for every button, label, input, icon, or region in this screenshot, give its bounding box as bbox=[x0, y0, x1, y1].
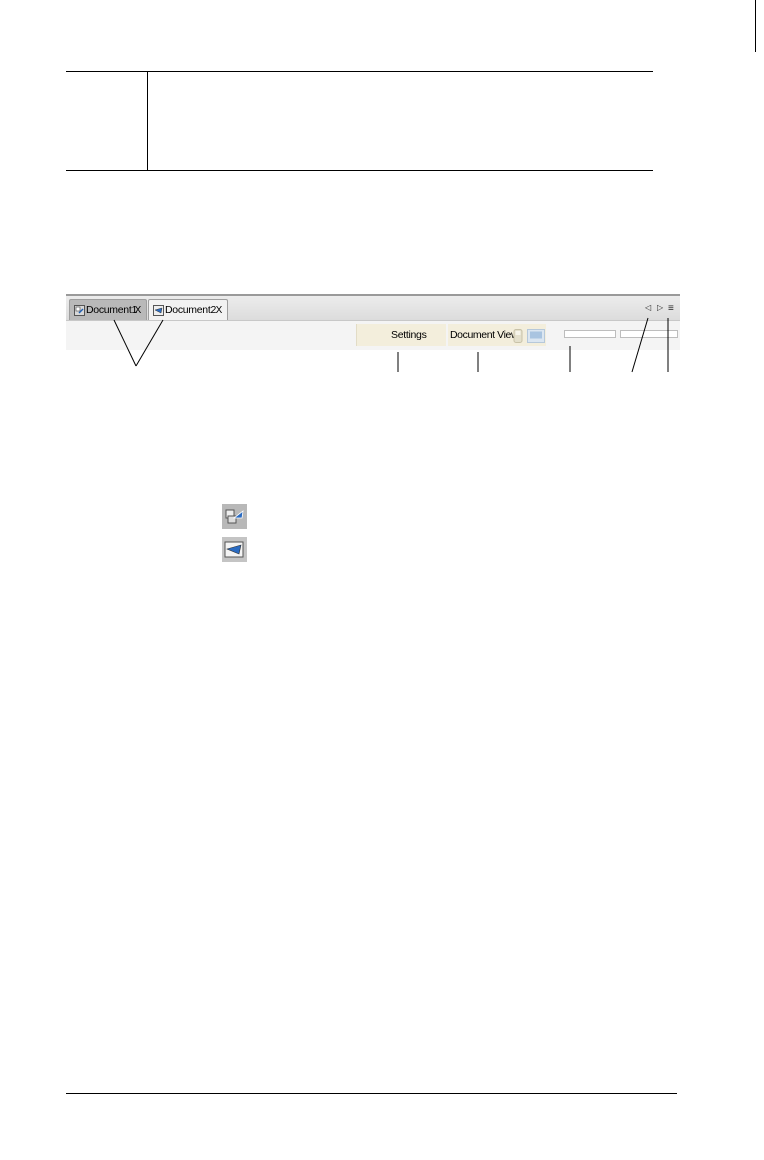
callout-line-navigation bbox=[631, 317, 649, 373]
footer-rule bbox=[66, 1093, 677, 1094]
callout-lines bbox=[113, 317, 669, 373]
callout-line-tabs-right bbox=[135, 319, 164, 367]
handheld-document-icon bbox=[222, 504, 247, 529]
callout-line-tabs-left bbox=[113, 319, 137, 367]
computer-document-icon bbox=[222, 537, 247, 562]
